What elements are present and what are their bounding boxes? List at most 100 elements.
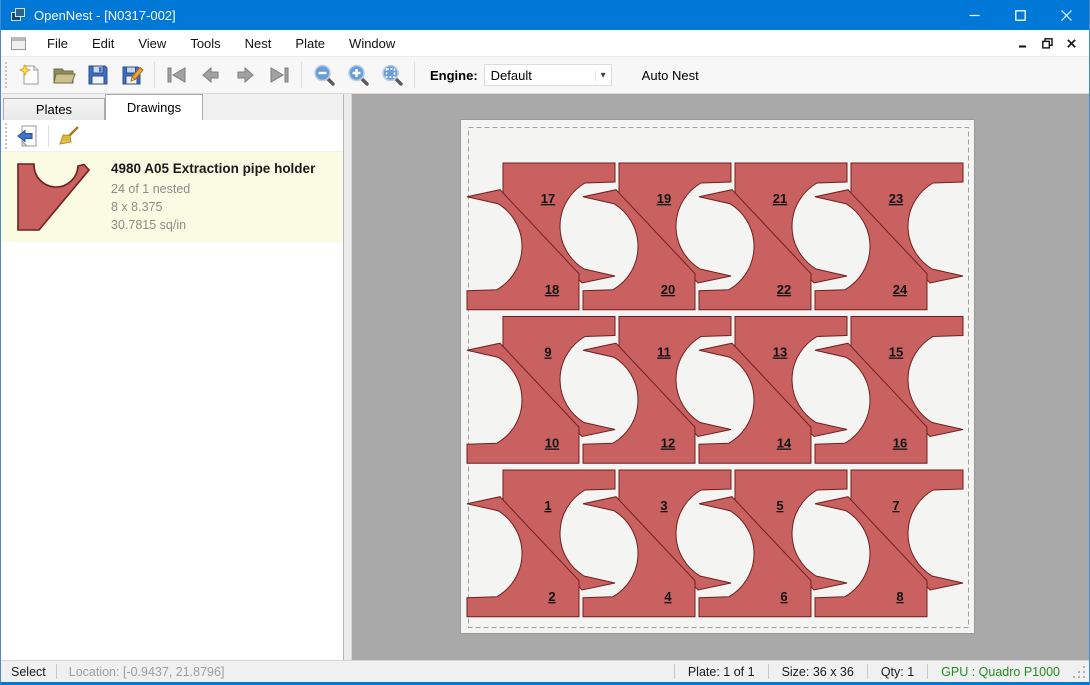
- part-number-label: 21: [773, 191, 787, 206]
- engine-select[interactable]: Default ▾: [484, 64, 612, 86]
- chevron-down-icon[interactable]: ▾: [595, 70, 611, 81]
- import-drawing-button[interactable]: [13, 122, 43, 150]
- engine-value: Default: [485, 68, 595, 83]
- open-folder-icon: [52, 63, 76, 87]
- zoom-out-button[interactable]: [307, 59, 341, 91]
- resize-grip-icon[interactable]: [1073, 664, 1087, 680]
- first-arrow-icon: [165, 63, 189, 87]
- drawing-size: 8 x 8.375: [111, 198, 315, 216]
- main-area: Plates Drawings: [1, 94, 1089, 660]
- part-number-label: 18: [545, 282, 559, 297]
- part-number-label: 13: [773, 345, 787, 360]
- menu-plate[interactable]: Plate: [283, 32, 337, 55]
- panel-splitter[interactable]: [344, 94, 352, 660]
- broom-icon: [57, 124, 81, 148]
- toolbar-grip[interactable]: [4, 62, 9, 88]
- tabstrip: Plates Drawings: [1, 94, 343, 120]
- nested-pair[interactable]: 1718: [467, 163, 615, 310]
- part-number-label: 9: [544, 345, 551, 360]
- nested-pair[interactable]: 1920: [583, 163, 731, 310]
- save-button[interactable]: [81, 59, 115, 91]
- menu-nest[interactable]: Nest: [233, 32, 284, 55]
- nest-canvas[interactable]: 171819202122232491011121314151612345678: [352, 94, 1089, 660]
- menubar: File Edit View Tools Nest Plate Window: [1, 30, 1089, 56]
- close-icon[interactable]: [1043, 0, 1089, 30]
- left-panel: Plates Drawings: [1, 94, 344, 660]
- nested-pair[interactable]: 1314: [699, 317, 847, 464]
- nested-pair[interactable]: 21 22: [699, 163, 847, 310]
- panel-toolbar-grip[interactable]: [4, 123, 9, 149]
- mdi-minimize-icon[interactable]: [1013, 33, 1033, 53]
- part-number-label: 12: [661, 436, 675, 451]
- nested-pair[interactable]: 78: [815, 470, 963, 617]
- next-plate-button[interactable]: [228, 59, 262, 91]
- status-mode: Select: [1, 665, 56, 679]
- status-location: Location: [-0.9437, 21.8796]: [57, 665, 237, 679]
- zoom-fit-button[interactable]: [375, 59, 409, 91]
- part-number-label: 22: [777, 282, 791, 297]
- status-gpu: GPU : Quadro P1000: [928, 665, 1073, 679]
- previous-plate-button[interactable]: [194, 59, 228, 91]
- mdi-close-icon[interactable]: [1061, 33, 1081, 53]
- menu-tools[interactable]: Tools: [178, 32, 232, 55]
- auto-nest-button[interactable]: Auto Nest: [634, 63, 707, 88]
- part-number-label: 1: [544, 498, 551, 513]
- part-number-label: 4: [664, 589, 672, 604]
- first-plate-button[interactable]: [160, 59, 194, 91]
- plate-sheet[interactable]: 171819202122232491011121314151612345678: [460, 119, 975, 634]
- toolbar-separator: [301, 62, 302, 88]
- tab-drawings[interactable]: Drawings: [105, 94, 203, 120]
- mdi-child-icon[interactable]: [11, 37, 26, 50]
- nested-pair[interactable]: 11 12: [583, 317, 731, 464]
- part-number-label: 11: [657, 345, 671, 360]
- app-icon: [10, 7, 26, 23]
- part-number-label: 20: [661, 282, 675, 297]
- import-page-icon: [16, 124, 40, 148]
- zoom-in-icon: [346, 63, 370, 87]
- save-edit-icon: [120, 63, 144, 87]
- nested-pair[interactable]: 23 24: [815, 163, 963, 310]
- open-file-button[interactable]: [47, 59, 81, 91]
- save-as-button[interactable]: [115, 59, 149, 91]
- last-plate-button[interactable]: [262, 59, 296, 91]
- part-number-label: 24: [893, 282, 908, 297]
- part-number-label: 5: [776, 498, 783, 513]
- engine-label: Engine:: [430, 68, 478, 83]
- part-number-label: 2: [548, 589, 555, 604]
- clear-drawings-button[interactable]: [54, 122, 84, 150]
- menu-file[interactable]: File: [35, 32, 80, 55]
- drawing-list-empty-area: [1, 242, 343, 660]
- new-file-button[interactable]: [13, 59, 47, 91]
- save-icon: [86, 63, 110, 87]
- main-toolbar: Engine: Default ▾ Auto Nest: [1, 56, 1089, 94]
- last-arrow-icon: [267, 63, 291, 87]
- nested-pair[interactable]: 12: [467, 470, 615, 617]
- nested-pair[interactable]: 56: [699, 470, 847, 617]
- nested-pair[interactable]: 910: [467, 317, 615, 464]
- new-file-icon: [18, 63, 42, 87]
- nested-pair[interactable]: 34: [583, 470, 731, 617]
- menu-view[interactable]: View: [126, 32, 178, 55]
- drawing-list-item[interactable]: 4980 A05 Extraction pipe holder 24 of 1 …: [1, 152, 343, 242]
- menu-edit[interactable]: Edit: [80, 32, 126, 55]
- toolbar-separator: [414, 62, 415, 88]
- zoom-out-icon: [312, 63, 336, 87]
- plate-drawing[interactable]: 171819202122232491011121314151612345678: [461, 120, 976, 635]
- zoom-in-button[interactable]: [341, 59, 375, 91]
- part-number-label: 23: [889, 191, 903, 206]
- part-number-label: 7: [892, 498, 899, 513]
- drawing-title: 4980 A05 Extraction pipe holder: [111, 161, 315, 176]
- mdi-restore-icon[interactable]: [1037, 33, 1057, 53]
- previous-arrow-icon: [199, 63, 223, 87]
- panel-toolbar: [1, 120, 343, 152]
- status-size: Size: 36 x 36: [769, 665, 867, 679]
- statusbar: Select Location: [-0.9437, 21.8796] Plat…: [1, 660, 1089, 682]
- maximize-icon[interactable]: [997, 0, 1043, 30]
- part-number-label: 3: [660, 498, 667, 513]
- minimize-icon[interactable]: [951, 0, 997, 30]
- menu-window[interactable]: Window: [337, 32, 407, 55]
- tab-plates[interactable]: Plates: [3, 98, 105, 120]
- part-number-label: 17: [541, 191, 555, 206]
- status-qty: Qty: 1: [868, 665, 927, 679]
- nested-pair[interactable]: 1516: [815, 317, 963, 464]
